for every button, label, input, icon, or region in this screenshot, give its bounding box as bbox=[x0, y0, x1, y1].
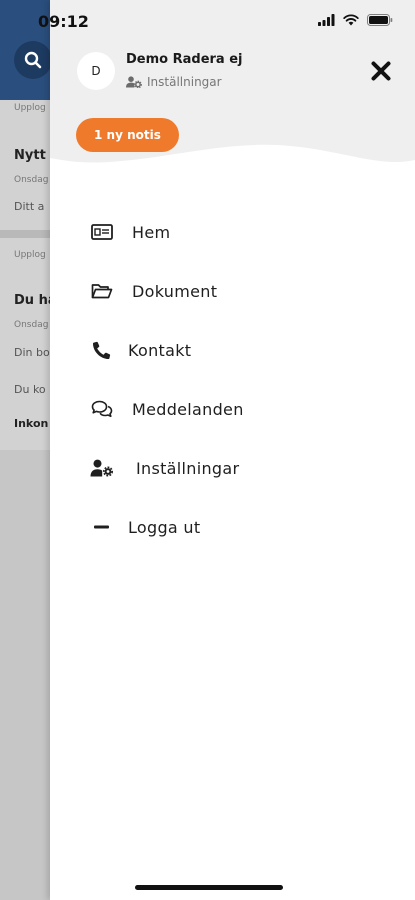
wifi-icon bbox=[343, 14, 359, 26]
menu-item-settings[interactable]: Inställningar bbox=[90, 448, 390, 488]
minus-icon bbox=[90, 515, 114, 539]
status-time: 09:12 bbox=[38, 12, 89, 31]
background-item-title: Nytt bbox=[14, 148, 46, 163]
battery-icon bbox=[367, 14, 393, 26]
signal-icon bbox=[318, 14, 335, 26]
menu-item-home[interactable]: Hem bbox=[90, 212, 390, 252]
background-section-label: Upplog bbox=[14, 250, 46, 260]
menu-item-label: Inställningar bbox=[136, 458, 240, 478]
notification-button[interactable]: 1 ny notis bbox=[76, 118, 179, 152]
search-icon bbox=[24, 51, 42, 69]
user-settings-icon bbox=[126, 76, 142, 88]
background-item-date: Onsdag bbox=[14, 175, 49, 185]
chat-icon bbox=[90, 397, 114, 421]
user-name: Demo Radera ej bbox=[126, 52, 243, 67]
background-search-button bbox=[14, 41, 52, 79]
background-item-preview: Din bo bbox=[14, 346, 50, 359]
menu-item-label: Logga ut bbox=[128, 517, 201, 537]
close-button[interactable] bbox=[368, 58, 394, 84]
close-icon bbox=[371, 61, 391, 81]
profile-settings-link[interactable]: Inställningar bbox=[126, 75, 222, 89]
background-section-label: Upplog bbox=[14, 103, 46, 113]
profile-settings-label: Inställningar bbox=[147, 75, 222, 89]
menu-item-messages[interactable]: Meddelanden bbox=[90, 389, 390, 429]
avatar: D bbox=[77, 52, 115, 90]
menu-item-label: Dokument bbox=[132, 281, 218, 301]
menu-item-label: Kontakt bbox=[128, 340, 192, 360]
menu-item-contact[interactable]: Kontakt bbox=[90, 330, 390, 370]
folder-icon bbox=[90, 279, 114, 303]
id-card-icon bbox=[90, 220, 114, 244]
background-item-date: Onsdag bbox=[14, 320, 49, 330]
menu-item-documents[interactable]: Dokument bbox=[90, 271, 390, 311]
background-extra-bold: Inkon bbox=[14, 417, 49, 430]
status-bar: 09:12 bbox=[0, 0, 415, 44]
user-settings-icon bbox=[90, 456, 114, 480]
menu-item-logout[interactable]: Logga ut bbox=[90, 507, 390, 547]
background-item-title: Du ha bbox=[14, 293, 50, 308]
background-empty-area bbox=[0, 450, 50, 900]
background-extra-line: Du ko bbox=[14, 383, 46, 396]
phone-icon bbox=[90, 338, 114, 362]
home-indicator bbox=[135, 885, 283, 890]
navigation-drawer: D Demo Radera ej Inställningar 1 ny noti… bbox=[50, 0, 415, 900]
background-item-preview: Ditt a bbox=[14, 200, 45, 213]
status-icons bbox=[318, 14, 393, 26]
menu-item-label: Meddelanden bbox=[132, 399, 244, 419]
menu-item-label: Hem bbox=[132, 222, 171, 242]
